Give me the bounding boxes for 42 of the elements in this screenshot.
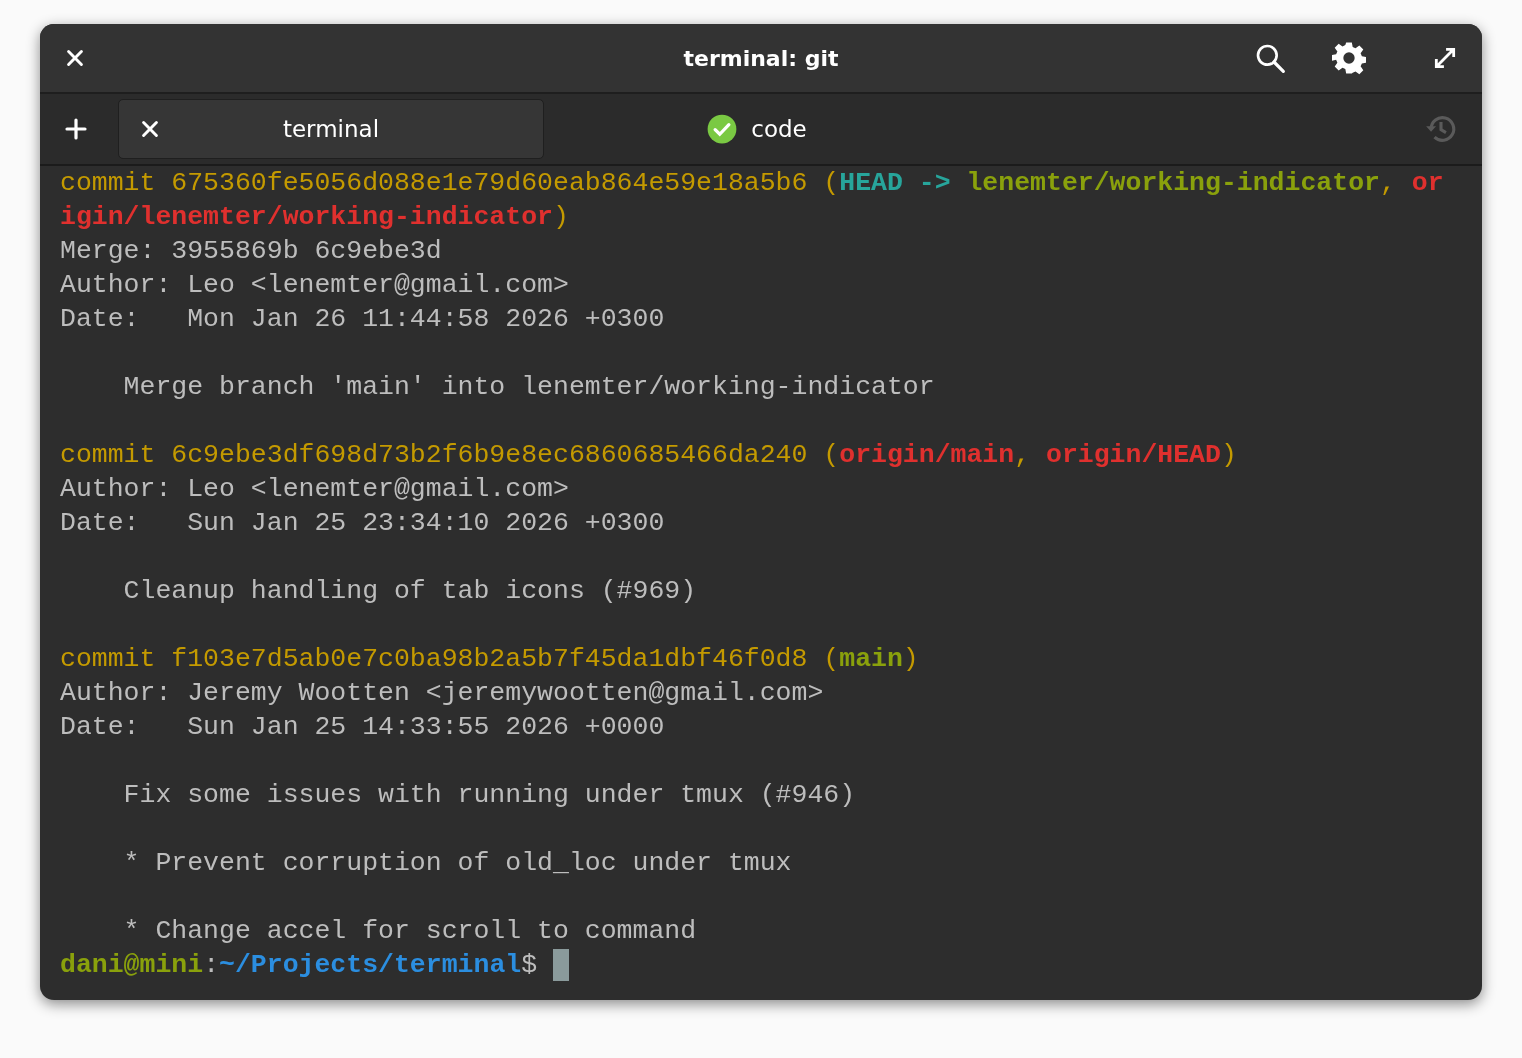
terminal-text: : [203,949,220,982]
tab-label: code [751,116,807,142]
terminal-text: , [1014,439,1032,472]
tab-label: terminal [282,116,380,142]
terminal-text: Date: Sun Jan 25 23:34:10 2026 +0300 [60,507,665,540]
window-title: terminal: git [683,45,839,71]
terminal-text: ) [553,201,569,234]
terminal-text: Merge: 3955869b 6c9ebe3d [60,235,442,268]
terminal-text: Fix some issues with running under tmux (#946) [122,779,856,812]
terminal-text: main [839,643,903,676]
terminal-text: commit 675360fe5056d088e1e79d60eab864e59e18a5b6 ( [60,167,840,200]
terminal-text: or [1411,167,1444,200]
terminal-text: commit f103e7d5ab0e7c0ba98b2a5b7f45da1dbf46f0d8 ( [60,643,840,676]
terminal-text: origin/main [839,439,1015,472]
search-icon [1254,42,1286,74]
close-icon [139,118,161,140]
terminal-text: ) [1220,439,1237,472]
terminal-text: Author: Jeremy Wootten <jeremywootten@gmail.com> [60,677,824,710]
terminal-text: Merge branch 'main' into lenemter/working-indicator [122,371,935,404]
terminal-text: * Change accel for scroll to command [122,915,697,948]
terminal-text: Date: Mon Jan 26 11:44:58 2026 +0300 [60,303,665,336]
terminal-text: ) [902,643,919,676]
terminal-text: Author: Leo <lenemter@gmail.com> [60,473,569,506]
terminal-text: igin/lenemter/working-indicator [60,201,553,234]
plus-icon [64,117,88,141]
terminal-text: * Prevent corruption of old_loc under tmux [122,847,792,880]
terminal-text: $ [521,949,539,982]
terminal-text: Author: Leo <lenemter@gmail.com> [60,269,569,302]
terminal-text: origin/HEAD [1046,439,1221,472]
terminal-text: commit 6c9ebe3df698d73b2f6b9e8ec6860685466da240 ( [60,439,840,472]
expand-icon [1432,45,1458,71]
terminal-text: ~/Projects/terminal [219,949,522,982]
settings-icon [1332,41,1366,75]
terminal-text: lenemter/working-indicator [966,167,1380,200]
terminal-text: HEAD -> [839,167,952,200]
tab[interactable]: code [544,99,970,159]
terminal-text: Cleanup handling of tab icons (#969) [122,575,697,608]
terminal-text: dani@mini [60,949,204,982]
close-icon [64,47,86,69]
terminal-text: Date: Sun Jan 25 14:33:55 2026 +0000 [60,711,665,744]
tab[interactable]: terminal [118,99,544,159]
terminal-text: , [1379,167,1397,200]
